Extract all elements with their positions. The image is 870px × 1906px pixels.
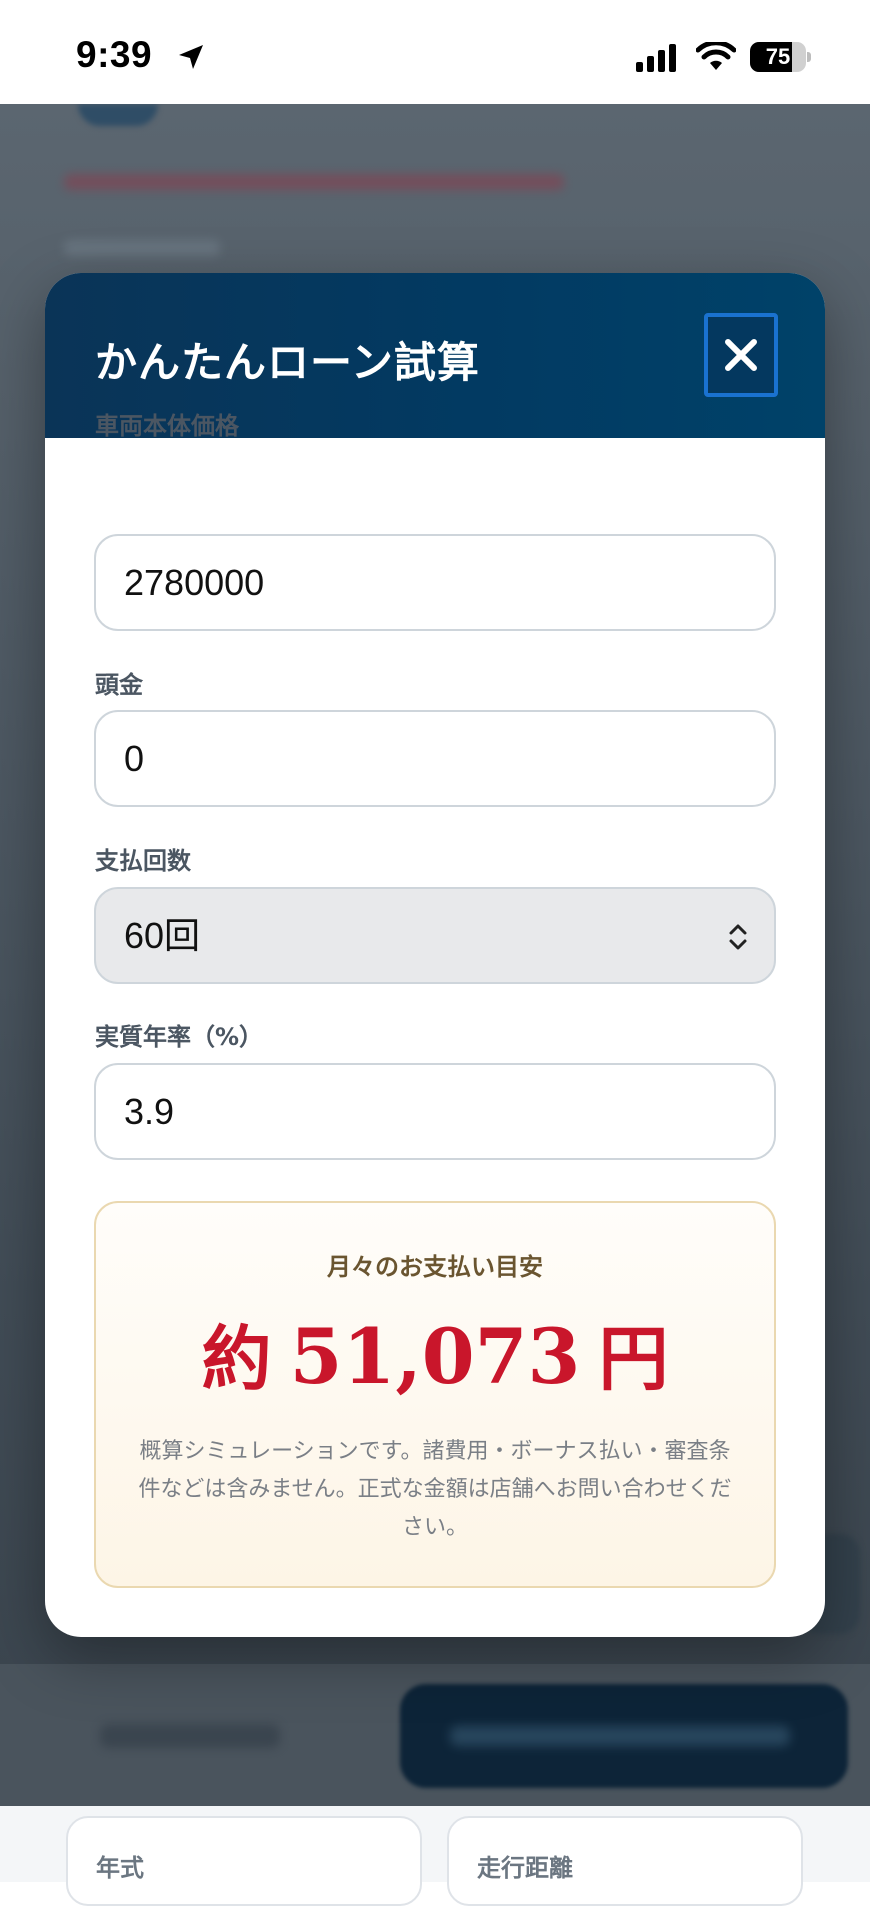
annual-rate-label: 実質年率（%）	[95, 1023, 264, 1051]
background-primary-action	[400, 1684, 848, 1788]
spec-label-mileage: 走行距離	[477, 1854, 573, 1882]
vehicle-price-label: 車両本体価格	[95, 412, 239, 440]
cellular-signal-icon	[636, 44, 676, 72]
status-bar: 9:39 75	[0, 0, 870, 104]
monthly-payment-result: 月々のお支払い目安 約 51,073 円 概算シミュレーションです。諸費用・ボーナス…	[94, 1201, 776, 1588]
close-icon	[725, 339, 757, 371]
down-payment-label: 頭金	[95, 671, 143, 699]
battery-level: 75	[765, 44, 791, 69]
annual-rate-input[interactable]: 3.9	[94, 1063, 776, 1160]
close-button[interactable]	[704, 313, 778, 397]
status-time: 9:39	[76, 34, 153, 75]
location-arrow-icon	[179, 45, 203, 69]
modal-title: かんたんローン試算	[95, 338, 480, 387]
background-text-blurred	[64, 174, 564, 190]
background-avatar	[78, 104, 158, 126]
amount-unit: 円	[598, 1317, 669, 1400]
chevron-up-down-icon	[729, 924, 747, 950]
result-label: 月々のお支払い目安	[327, 1253, 543, 1281]
down-payment-input[interactable]: 0	[94, 710, 776, 807]
amount-value: 51,073	[289, 1312, 581, 1401]
loan-simulator-modal: かんたんローン試算 車両本体価格 2780000 頭金 0 支払回数 60回 実…	[45, 273, 825, 1637]
background-secondary-action	[100, 1724, 280, 1748]
spec-card-mileage: 走行距離	[447, 1816, 803, 1906]
wifi-icon	[696, 42, 736, 70]
spec-card-year: 年式	[66, 1816, 422, 1906]
amount-prefix: 約	[201, 1317, 272, 1400]
installments-label: 支払回数	[95, 847, 191, 875]
monthly-payment-amount: 約 51,073 円	[96, 1303, 774, 1404]
installments-selected-value: 60回	[124, 915, 201, 956]
result-disclaimer: 概算シミュレーションです。諸費用・ボーナス払い・審査条件などは含みません。正式な…	[138, 1439, 732, 1540]
battery-icon: 75	[750, 42, 811, 72]
installments-select[interactable]: 60回	[94, 887, 776, 984]
spec-label-year: 年式	[96, 1854, 144, 1882]
vehicle-price-input[interactable]: 2780000	[94, 534, 776, 631]
background-text-blurred	[64, 240, 220, 256]
